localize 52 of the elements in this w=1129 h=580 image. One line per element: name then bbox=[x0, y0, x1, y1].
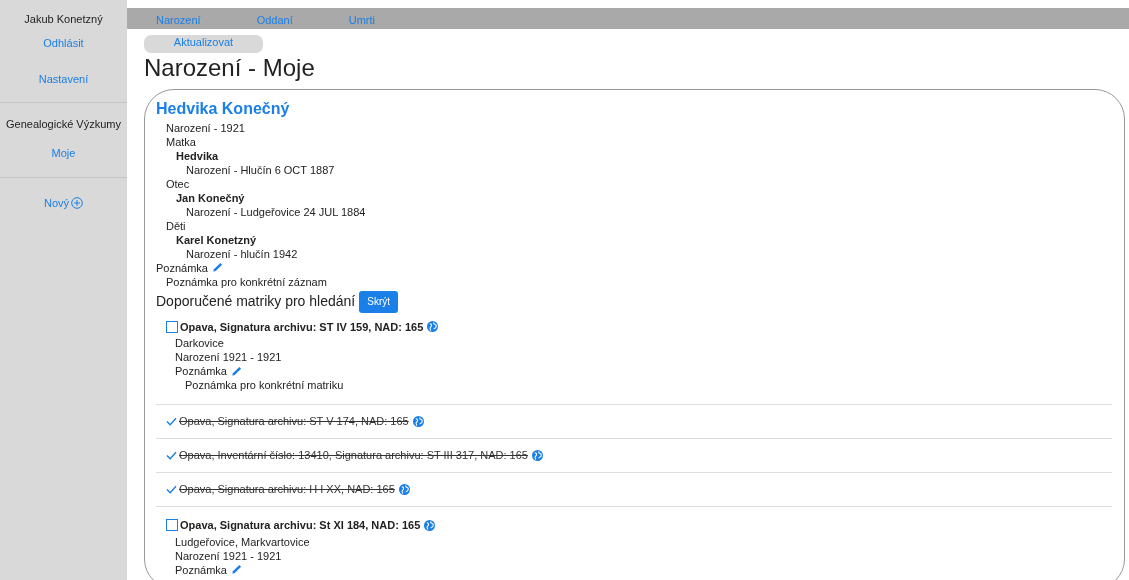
section-title: Genealogické Výzkumy bbox=[6, 116, 121, 132]
date-range-text: Narození 1921 - 1921 bbox=[175, 548, 283, 563]
plus-circle-icon bbox=[71, 196, 84, 209]
relation-label: Matka bbox=[166, 134, 197, 149]
relation-label: Děti bbox=[166, 218, 187, 233]
pencil-icon[interactable] bbox=[231, 564, 242, 575]
relative-birth-text: Narození - hlučín 1942 bbox=[185, 246, 299, 261]
record-book-title: Opava, Inventární číslo: 13410, Signatura archivu: ST III 317, NAD: 165 bbox=[179, 449, 528, 462]
nav-tab[interactable]: Narození bbox=[156, 12, 201, 29]
section-heading: Doporučené matriky pro hledání bbox=[156, 292, 356, 311]
date-range-text: Narození 1921 - 1921 bbox=[175, 350, 283, 364]
relative-name: Jan Konečný bbox=[176, 190, 246, 205]
sidebar-link[interactable]: Nastavení bbox=[38, 71, 89, 88]
checkmark-icon[interactable] bbox=[166, 417, 177, 426]
checkbox[interactable] bbox=[166, 519, 178, 532]
page-title: Narození - Moje bbox=[144, 53, 316, 82]
globe-icon[interactable] bbox=[531, 450, 543, 461]
record-book-title: Opava, Signatura archivu: St XI 184, NAD: 165 bbox=[180, 518, 421, 533]
user-name: Jakub Konetzný bbox=[24, 12, 103, 27]
place-text: Darkovice bbox=[175, 336, 225, 350]
nav-tab[interactable]: Umrti bbox=[348, 12, 375, 29]
globe-icon[interactable] bbox=[412, 416, 424, 427]
relative-birth-text: Narození - Ludgeřovice 24 JUL 1884 bbox=[185, 204, 367, 219]
note-label: Poznámka bbox=[175, 562, 227, 577]
note-text: Poznámka pro konkrétní matriku bbox=[184, 378, 345, 392]
relative-name: Karel Konetzný bbox=[176, 232, 258, 247]
relative-name: Hedvika bbox=[176, 148, 220, 163]
person-name: Hedvika Konečný bbox=[156, 99, 291, 118]
pencil-icon[interactable] bbox=[212, 262, 223, 273]
checkmark-icon[interactable] bbox=[166, 451, 177, 460]
relation-label: Otec bbox=[166, 176, 191, 191]
new-link[interactable]: Nový bbox=[43, 194, 84, 211]
note-label: Poznámka bbox=[156, 260, 208, 275]
checkmark-icon[interactable] bbox=[166, 485, 177, 494]
checkbox[interactable] bbox=[166, 320, 178, 333]
place-text: Ludgeřovice, Markvartovice bbox=[175, 534, 311, 549]
note-text: Poznámka pro konkrétní záznam bbox=[165, 274, 328, 289]
globe-icon[interactable] bbox=[424, 519, 436, 531]
globe-icon[interactable] bbox=[427, 321, 439, 333]
nav-tab[interactable]: Oddaní bbox=[256, 12, 293, 29]
hide-button[interactable]: Skrýt bbox=[359, 290, 398, 313]
globe-icon[interactable] bbox=[398, 484, 410, 495]
record-book-title: Opava, Signatura archivu: ST IV 159, NAD: 165 bbox=[180, 319, 424, 335]
record-book-title: Opava, Signatura archivu: ST V 174, NAD: 165 bbox=[179, 415, 409, 428]
sidebar-link[interactable]: Odhlásit bbox=[43, 34, 84, 51]
pencil-icon[interactable] bbox=[231, 365, 242, 377]
record-book-title: Opava, Signatura archivu: H I XX, NAD: 165 bbox=[179, 483, 395, 496]
birth-text: Narození - 1921 bbox=[166, 120, 246, 135]
sidebar-link[interactable]: Moje bbox=[51, 145, 76, 162]
note-label: Poznámka bbox=[175, 364, 227, 378]
refresh-button[interactable]: Aktualizovat bbox=[144, 34, 263, 53]
relative-birth-text: Narození - Hlučín 6 OCT 1887 bbox=[185, 162, 336, 177]
